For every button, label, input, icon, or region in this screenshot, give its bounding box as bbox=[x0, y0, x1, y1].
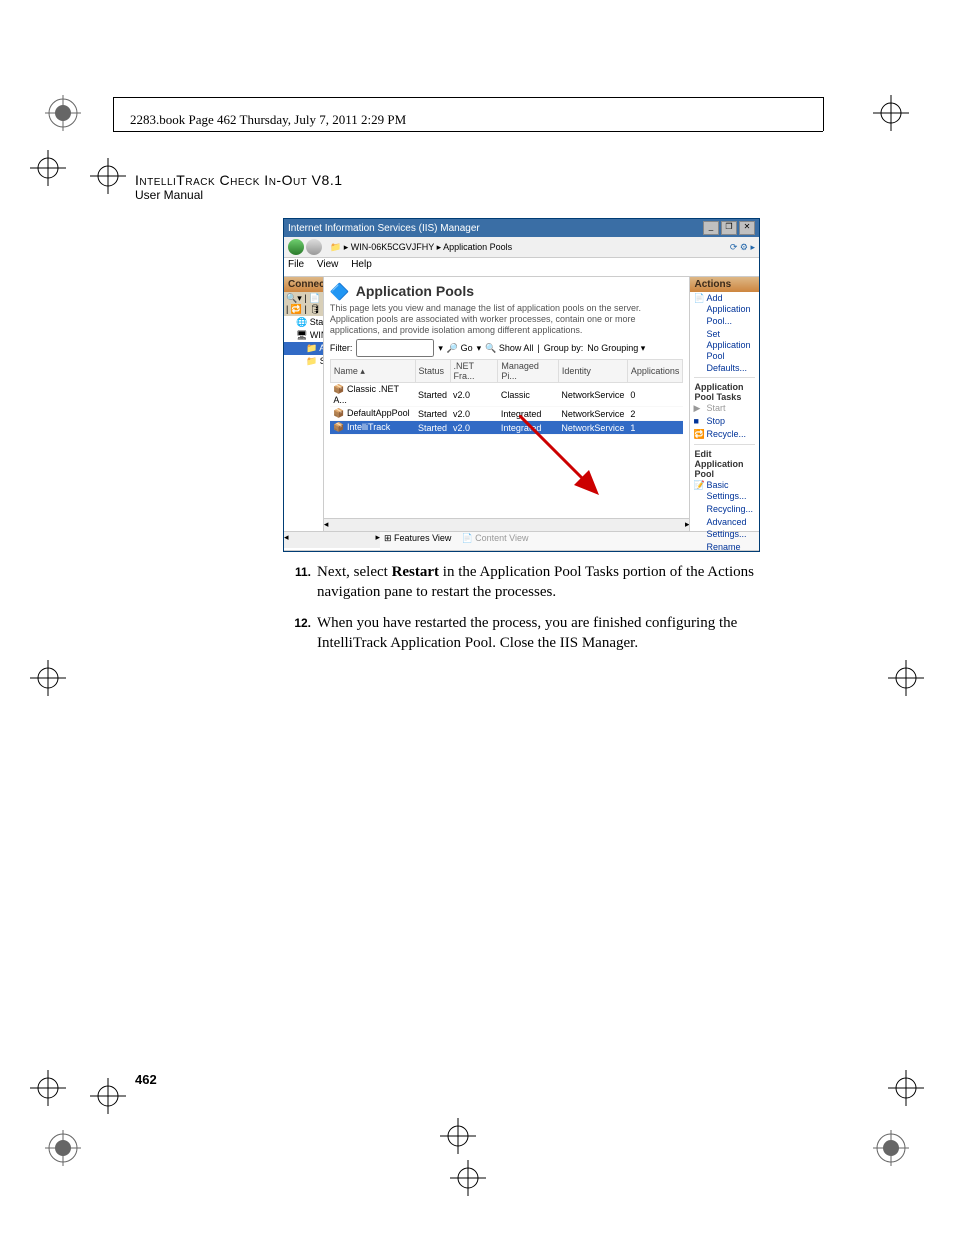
menu-help[interactable]: Help bbox=[351, 259, 372, 270]
breadcrumb-bar: 📁 ▸ WIN-06K5CGVJFHY ▸ Application Pools … bbox=[284, 237, 759, 258]
action-recycling-[interactable]: Recycling... bbox=[690, 503, 759, 516]
filter-label: Filter: bbox=[330, 343, 353, 353]
menu-file[interactable]: File bbox=[288, 259, 304, 270]
table-row[interactable]: 📦 DefaultAppPoolStartedv2.0IntegratedNet… bbox=[330, 407, 683, 421]
menu-bar: File View Help bbox=[284, 258, 759, 277]
page-title: Application Pools bbox=[356, 283, 474, 299]
doc-header: IntelliTrack Check In-Out V8.1 User Manu… bbox=[135, 172, 343, 202]
h-scrollbar[interactable]: ◂▸ bbox=[324, 518, 690, 531]
col-3[interactable]: Managed Pi... bbox=[498, 360, 558, 383]
tree-item-0[interactable]: 🌐 Start Page bbox=[284, 316, 323, 329]
page-number: 462 bbox=[135, 1072, 157, 1087]
col-4[interactable]: Identity bbox=[558, 360, 627, 383]
action-add-application-pool-[interactable]: 📄Add Application Pool... bbox=[690, 292, 759, 328]
col-5[interactable]: Applications bbox=[627, 360, 683, 383]
framemaker-header: 2283.book Page 462 Thursday, July 7, 201… bbox=[130, 112, 406, 128]
back-button[interactable] bbox=[288, 239, 304, 255]
col-1[interactable]: Status bbox=[415, 360, 450, 383]
list-text: Next, select Restart in the Application … bbox=[317, 562, 757, 603]
action-recycle-[interactable]: 🔁Recycle... bbox=[690, 428, 759, 441]
doc-title: IntelliTrack Check In-Out V bbox=[135, 172, 322, 188]
document-body: 11.Next, select Restart in the Applicati… bbox=[283, 562, 757, 663]
groupby-select[interactable]: No Grouping ▾ bbox=[587, 343, 645, 354]
minimize-button[interactable]: _ bbox=[703, 221, 719, 235]
page-description: This page lets you view and manage the l… bbox=[330, 303, 684, 335]
tree-item-1[interactable]: 🖥 WIN-06K5CGVJFHY (WIN bbox=[284, 329, 323, 342]
iis-manager-screenshot: Internet Information Services (IIS) Mana… bbox=[283, 218, 760, 552]
action-group-edit: Edit Application Pool bbox=[690, 447, 759, 479]
breadcrumb[interactable]: 📁 ▸ WIN-06K5CGVJFHY ▸ Application Pools bbox=[330, 242, 512, 253]
col-2[interactable]: .NET Fra... bbox=[450, 360, 498, 383]
list-text: When you have restarted the process, you… bbox=[317, 613, 757, 654]
action-start: ▶Start bbox=[690, 402, 759, 415]
groupby-label: Group by: bbox=[544, 343, 584, 353]
table-row[interactable]: 📦 IntelliTrackStartedv2.0IntegratedNetwo… bbox=[330, 421, 683, 435]
app-pools-table: Name ▴Status.NET Fra...Managed Pi...Iden… bbox=[330, 359, 684, 435]
actions-header: Actions bbox=[690, 277, 759, 292]
tree-item-3[interactable]: 📁 Sites bbox=[284, 355, 323, 368]
action-basic-settings-[interactable]: 📝Basic Settings... bbox=[690, 479, 759, 504]
toolbar-help-icons[interactable]: ⟳ ⚙ ▸ bbox=[730, 242, 755, 253]
filter-row: Filter: ▾ 🔎 Go ▾ 🔍 Show All | Group by: … bbox=[330, 339, 684, 357]
maximize-button[interactable]: ❐ bbox=[721, 221, 737, 235]
col-0[interactable]: Name ▴ bbox=[330, 360, 415, 383]
connections-header: Connections bbox=[284, 277, 323, 292]
list-number: 12. bbox=[283, 613, 317, 654]
tab-content-view[interactable]: 📄 Content View bbox=[461, 533, 528, 543]
go-button[interactable]: 🔎 Go bbox=[447, 343, 473, 354]
status-bar: Ready 🔧 bbox=[284, 550, 759, 552]
action-rename[interactable]: Rename bbox=[690, 541, 759, 552]
close-button[interactable]: ✕ bbox=[739, 221, 755, 235]
app-pools-icon: 🔷 bbox=[330, 282, 350, 302]
actions-panel: Actions 📄Add Application Pool...Set Appl… bbox=[689, 277, 759, 531]
tree-h-scrollbar[interactable]: ◂▸ bbox=[284, 531, 380, 548]
list-number: 11. bbox=[283, 562, 317, 603]
center-panel: 🔷 Application Pools This page lets you v… bbox=[324, 277, 690, 531]
showall-button[interactable]: 🔍 Show All bbox=[485, 343, 533, 354]
doc-subtitle: User Manual bbox=[135, 188, 203, 202]
action-advanced-settings-[interactable]: Advanced Settings... bbox=[690, 516, 759, 541]
tree-item-2[interactable]: 📁 Application Pools bbox=[284, 342, 323, 355]
action-stop[interactable]: ■Stop bbox=[690, 415, 759, 428]
tab-features-view[interactable]: ⊞ Features View bbox=[384, 533, 451, 543]
window-title: Internet Information Services (IIS) Mana… bbox=[288, 223, 480, 234]
connections-toolbar[interactable]: 🔍▾ | 📄 | 🔁 | 🛢 bbox=[284, 292, 323, 316]
window-titlebar: Internet Information Services (IIS) Mana… bbox=[284, 219, 759, 237]
action-group-tasks: Application Pool Tasks bbox=[690, 380, 759, 402]
menu-view[interactable]: View bbox=[317, 259, 339, 270]
forward-button[interactable] bbox=[306, 239, 322, 255]
filter-input[interactable] bbox=[356, 339, 434, 357]
action-set-application-pool-defaults-[interactable]: Set Application Pool Defaults... bbox=[690, 328, 759, 375]
table-row[interactable]: 📦 Classic .NET A...Startedv2.0ClassicNet… bbox=[330, 383, 683, 407]
connections-panel: Connections 🔍▾ | 📄 | 🔁 | 🛢 🌐 Start Page🖥… bbox=[284, 277, 324, 531]
